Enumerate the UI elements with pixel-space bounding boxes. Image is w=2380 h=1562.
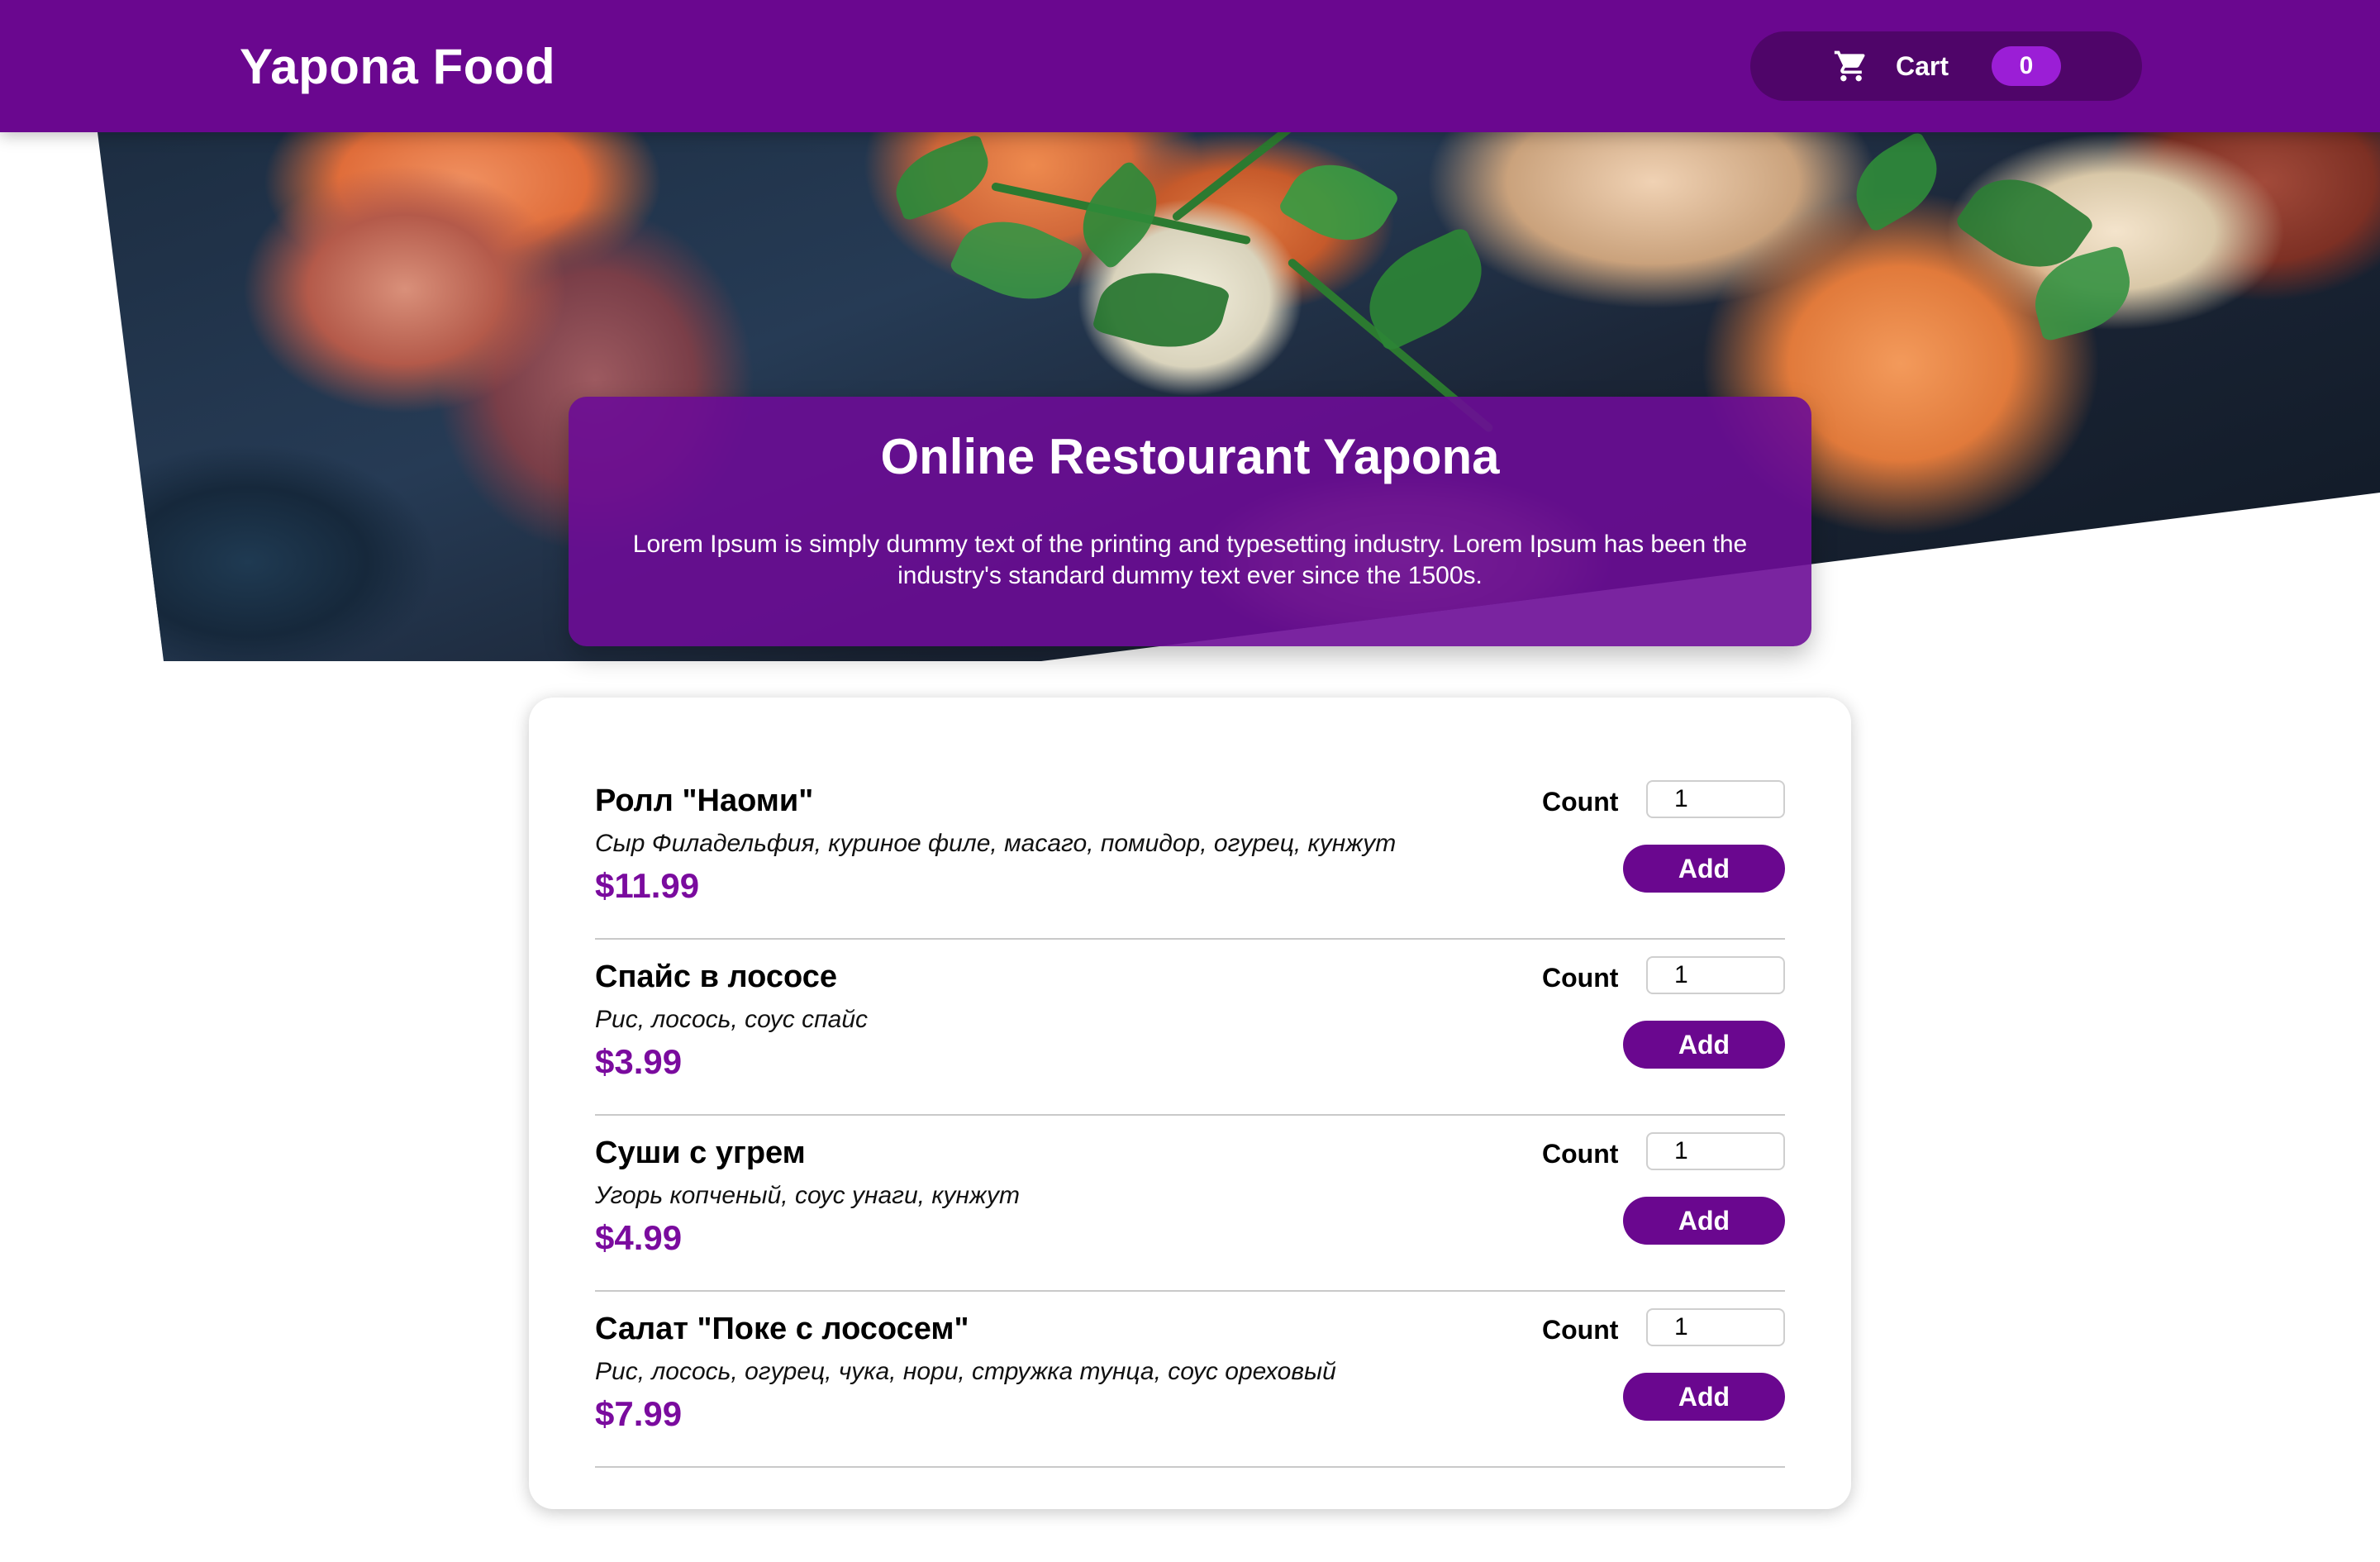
item-description: Угорь копченый, соус унаги, кунжут xyxy=(595,1182,1020,1209)
count-input[interactable] xyxy=(1646,780,1785,818)
count-input[interactable] xyxy=(1646,956,1785,994)
menu-item: Спайс в лососе Рис, лосось, соус спайс $… xyxy=(595,940,1785,1116)
item-description: Сыр Филадельфия, куриное филе, масаго, п… xyxy=(595,830,1397,857)
item-name: Суши с угрем xyxy=(595,1136,806,1170)
page-title: Online Restourant Yapona xyxy=(880,429,1500,484)
item-price: $3.99 xyxy=(595,1042,683,1081)
item-description: Рис, лосось, соус спайс xyxy=(595,1006,868,1033)
item-price: $7.99 xyxy=(595,1394,683,1433)
item-name: Салат "Поке с лососем" xyxy=(595,1312,969,1346)
hero-description: Lorem Ipsum is simply dummy text of the … xyxy=(632,531,1748,589)
brand-logo[interactable]: Yapona Food xyxy=(240,38,555,95)
menu-item: Салат "Поке с лососем" Рис, лосось, огур… xyxy=(595,1292,1785,1468)
shopping-cart-icon xyxy=(1834,50,1865,82)
add-button[interactable]: Add xyxy=(1623,845,1785,893)
count-input[interactable] xyxy=(1646,1308,1785,1346)
item-price: $11.99 xyxy=(595,866,700,905)
count-label: Count xyxy=(1542,787,1619,817)
item-name: Спайс в лососе xyxy=(595,960,837,994)
menu-card: Ролл "Наоми" Сыр Филадельфия, куриное фи… xyxy=(529,698,1851,1509)
add-button[interactable]: Add xyxy=(1623,1021,1785,1069)
cart-button[interactable]: Cart 0 xyxy=(1750,31,2142,101)
hero-banner: Online Restourant Yapona Lorem Ipsum is … xyxy=(569,397,1811,646)
item-name: Ролл "Наоми" xyxy=(595,783,814,818)
site-header: Yapona Food Cart 0 xyxy=(0,0,2380,132)
cart-count-badge: 0 xyxy=(1992,46,2061,86)
count-label: Count xyxy=(1542,1139,1619,1169)
item-price: $4.99 xyxy=(595,1218,683,1257)
cart-label: Cart xyxy=(1896,51,1949,81)
count-label: Count xyxy=(1542,963,1619,993)
menu-item: Суши с угрем Угорь копченый, соус унаги,… xyxy=(595,1116,1785,1292)
menu-item: Ролл "Наоми" Сыр Филадельфия, куриное фи… xyxy=(595,764,1785,940)
add-button[interactable]: Add xyxy=(1623,1373,1785,1421)
add-button[interactable]: Add xyxy=(1623,1197,1785,1245)
count-label: Count xyxy=(1542,1315,1619,1345)
count-input[interactable] xyxy=(1646,1132,1785,1170)
item-description: Рис, лосось, огурец, чука, нори, стружка… xyxy=(595,1358,1336,1385)
